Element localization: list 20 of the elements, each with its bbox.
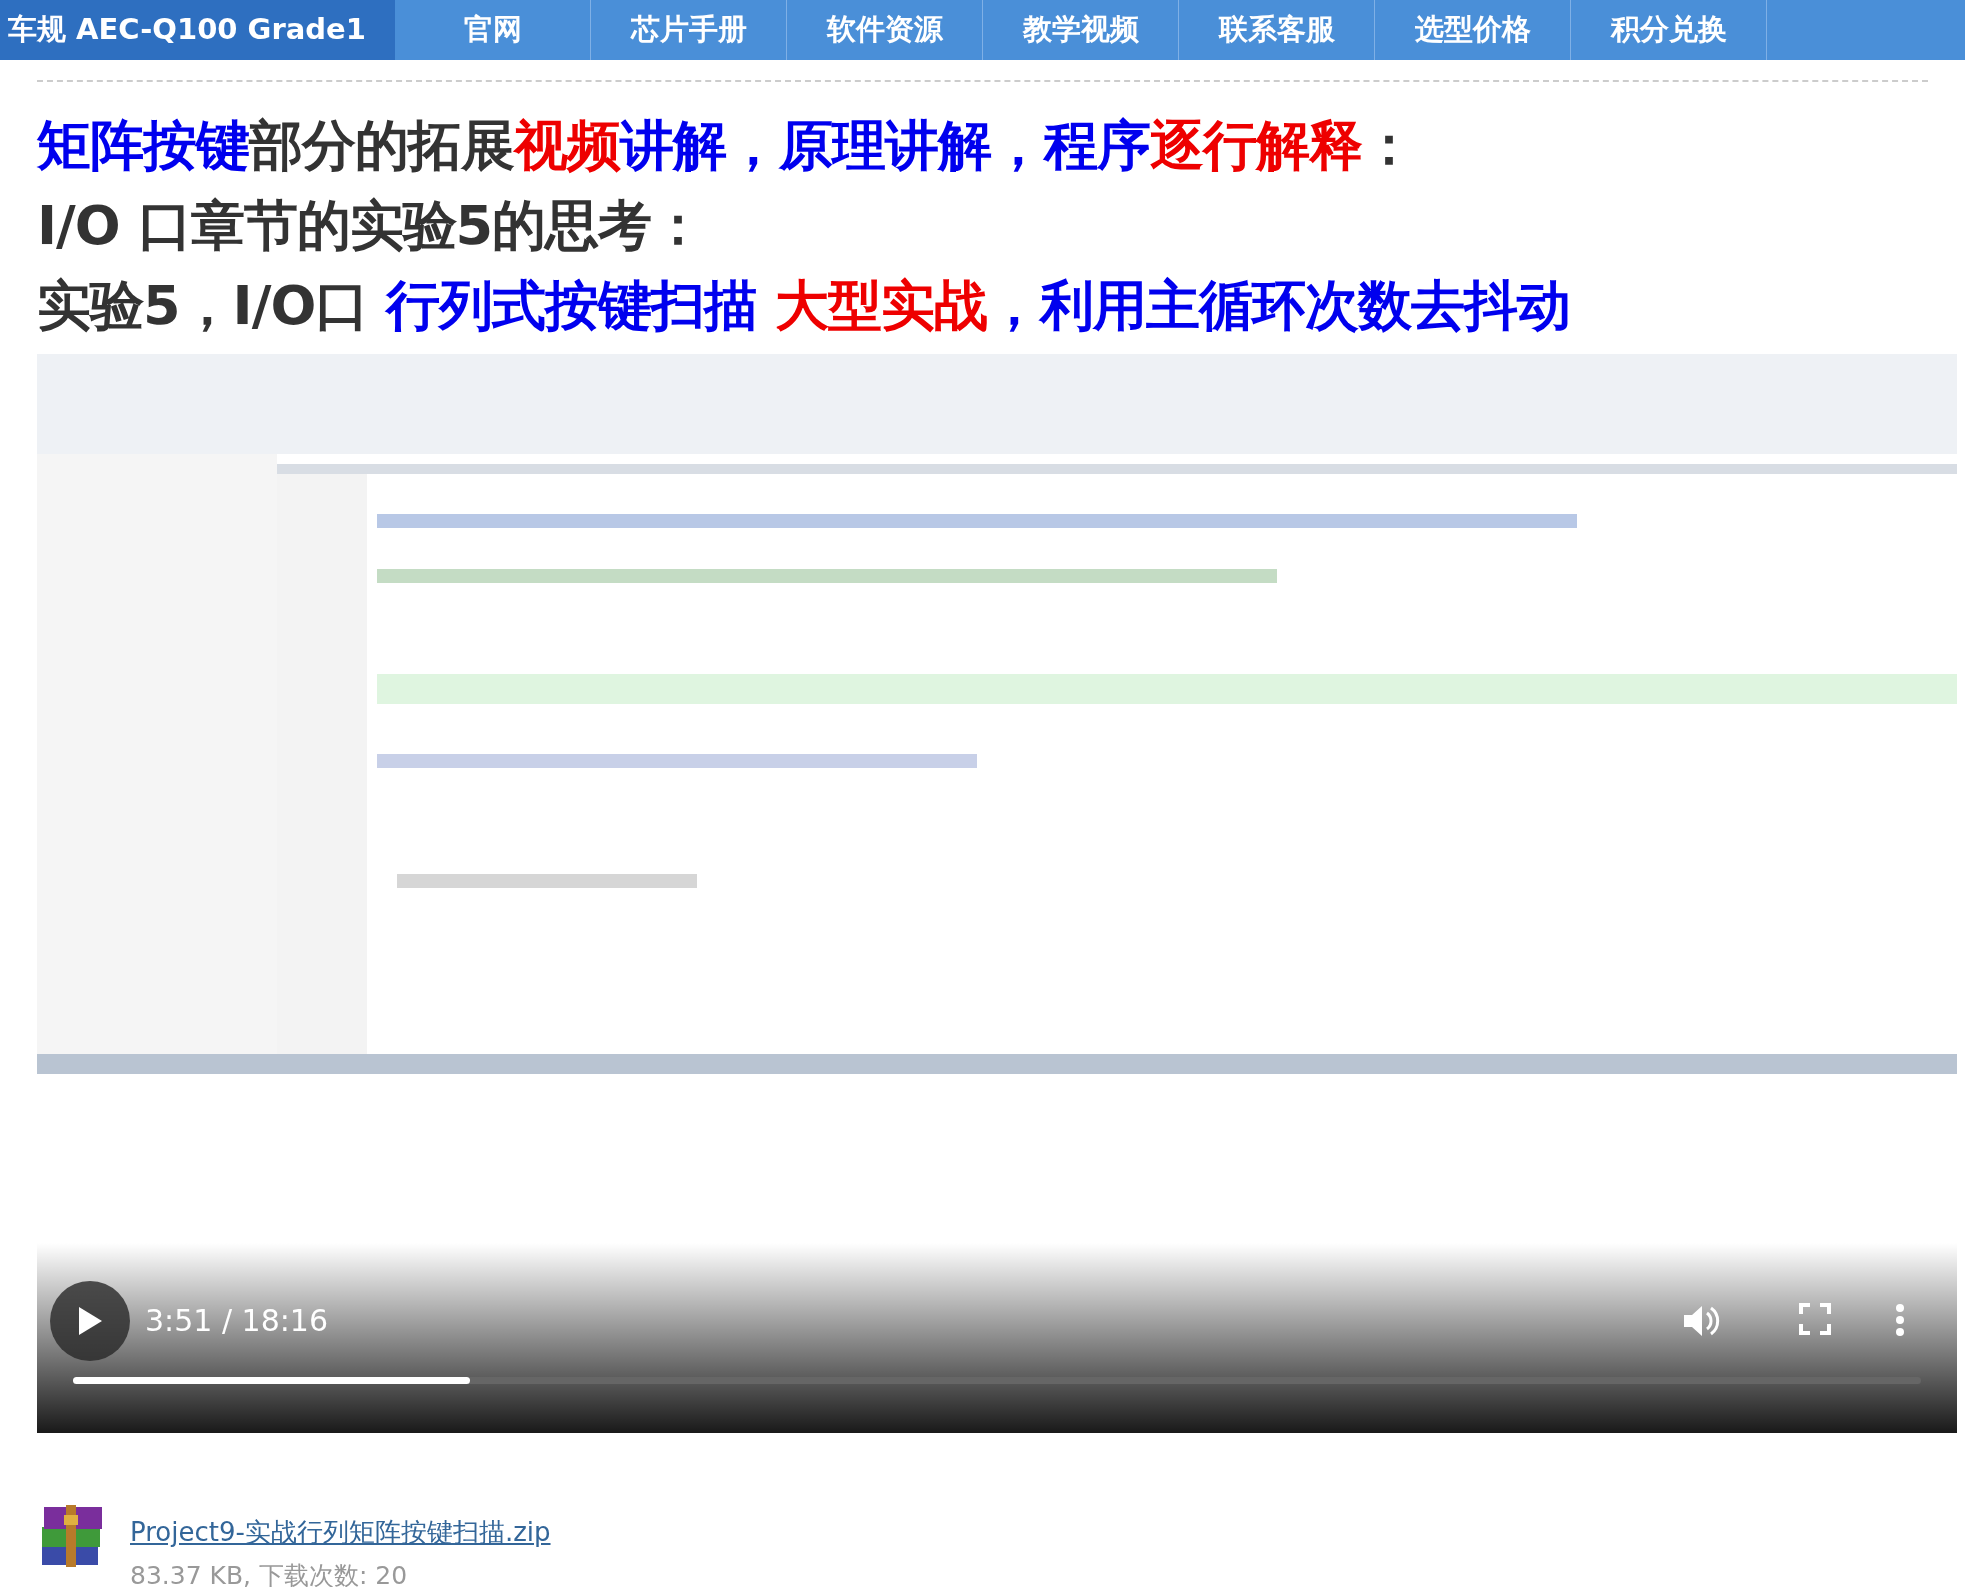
site-logo-link[interactable]: 车规 AEC-Q100 Grade1 <box>0 0 395 60</box>
play-icon <box>77 1306 103 1336</box>
nav-link[interactable]: 软件资源 <box>787 0 983 60</box>
nav-link[interactable]: 教学视频 <box>983 0 1179 60</box>
video-time: 3:51 / 18:16 <box>145 1302 328 1340</box>
nav-link[interactable]: 芯片手册 <box>591 0 787 60</box>
heading-text: I/O 口章节的实验5的思考： <box>37 193 706 259</box>
file-info: 83.37 KB, 下载次数: 20 <box>130 1560 409 1587</box>
nav-link[interactable]: 官网 <box>395 0 591 60</box>
heading-text: 矩阵按键部分的拓展视频讲解，原理讲解，程序逐行解释： <box>37 113 1416 179</box>
fullscreen-icon[interactable] <box>1799 1303 1831 1335</box>
attachment-link[interactable]: Project9-实战行列矩阵按键扫描.zip <box>130 1515 551 1549</box>
nav-link[interactable]: 选型价格 <box>1375 0 1571 60</box>
nav-link[interactable]: 积分兑换 <box>1571 0 1767 60</box>
more-options-icon[interactable] <box>1895 1303 1905 1337</box>
heading-text: 实验5，I/O口 行列式按键扫描 大型实战，利用主循环次数去抖动 <box>37 273 1571 339</box>
volume-icon[interactable] <box>1682 1303 1720 1339</box>
progress-track[interactable] <box>73 1377 1921 1384</box>
video-player[interactable]: 3:51 / 18:16 <box>37 354 1957 1433</box>
nav-link[interactable]: 联系客服 <box>1179 0 1375 60</box>
